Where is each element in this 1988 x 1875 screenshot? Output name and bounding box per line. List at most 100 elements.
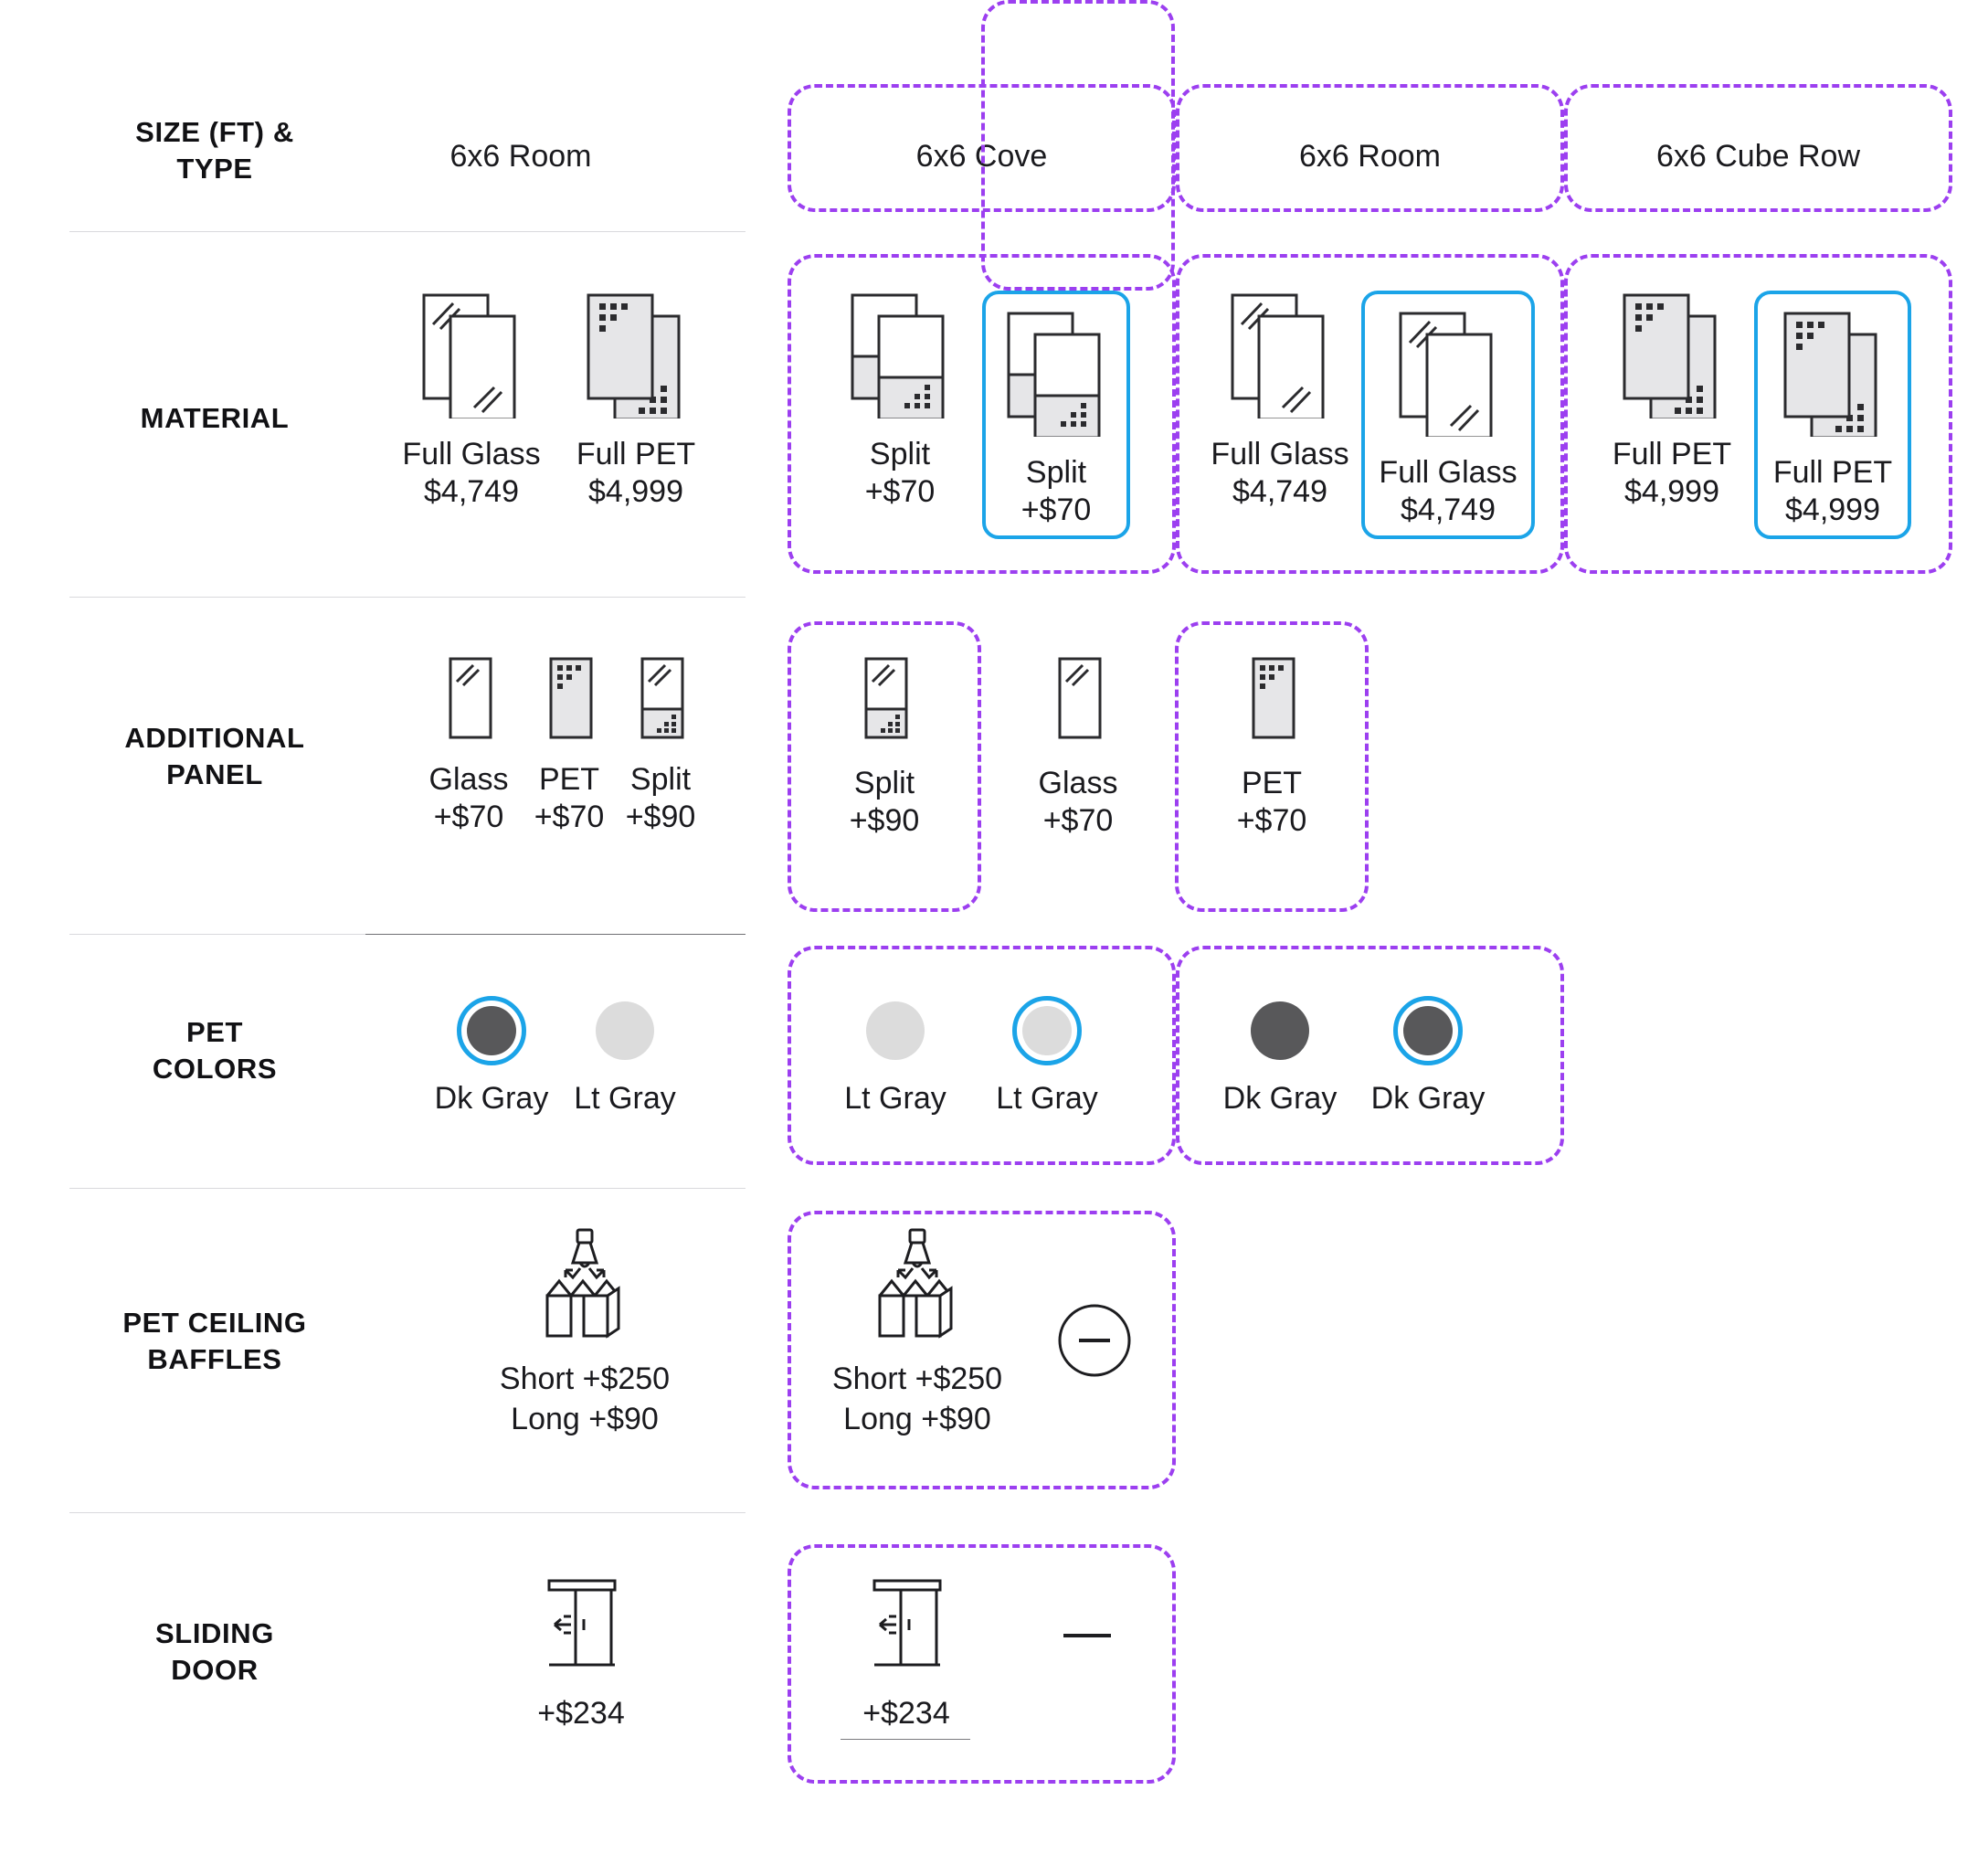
pet-color-option-label: Lt Gray bbox=[844, 1081, 946, 1116]
sliding-door-option-reference[interactable]: +$234 bbox=[471, 1573, 691, 1732]
material-option-full-glass-room-selected[interactable]: Full Glass $4,749 bbox=[1361, 291, 1535, 539]
material-option-price: $4,999 bbox=[1624, 474, 1719, 510]
row-label-size-type-line1: SIZE (FT) & bbox=[135, 116, 294, 148]
additional-panel-option-price: +$70 bbox=[1236, 803, 1307, 839]
additional-panel-option-price: +$70 bbox=[433, 800, 504, 835]
ceiling-baffle-short-price: Short +$250 bbox=[831, 1361, 1003, 1396]
ceiling-baffle-option-group[interactable]: Short +$250 Long +$90 bbox=[788, 1224, 1047, 1439]
ceiling-baffles-icon bbox=[536, 1224, 633, 1344]
group-size-type-label-cube-row: 6x6 Cube Row bbox=[1655, 139, 1860, 174]
row-label-pet-ceiling-baffles-line1: PET CEILING bbox=[122, 1307, 307, 1339]
color-swatch-lt-gray bbox=[1012, 996, 1082, 1065]
material-option-split-cove-unselected[interactable]: Split +$70 bbox=[822, 291, 978, 512]
double-glass-panel-icon bbox=[1389, 309, 1507, 441]
divider-panel-colors-right bbox=[365, 934, 746, 935]
material-option-price: +$70 bbox=[864, 474, 936, 510]
single-glass-panel-icon bbox=[1049, 656, 1107, 748]
additional-panel-option-price: +$90 bbox=[625, 800, 696, 835]
single-split-panel-icon bbox=[631, 656, 690, 748]
swatch-fill bbox=[467, 1006, 516, 1055]
material-option-price: $4,999 bbox=[1785, 493, 1880, 528]
color-swatch-dk-gray bbox=[1245, 996, 1315, 1065]
material-option-split-cove-selected[interactable]: Split +$70 bbox=[982, 291, 1130, 539]
additional-panel-option-glass-reference[interactable]: Glass +$70 bbox=[417, 656, 521, 837]
material-option-price: $4,749 bbox=[424, 474, 519, 510]
additional-panel-option-price: +$70 bbox=[534, 800, 605, 835]
ceiling-baffles-icon bbox=[869, 1224, 966, 1344]
row-label-additional-panel-line1: ADDITIONAL bbox=[124, 722, 305, 754]
group-size-type-label-room: 6x6 Room bbox=[1299, 139, 1441, 174]
additional-panel-group-box-glass bbox=[981, 0, 1175, 291]
additional-panel-option-pet-reference[interactable]: PET +$70 bbox=[517, 656, 621, 837]
divider-size-material bbox=[69, 231, 746, 232]
material-option-price: +$70 bbox=[1020, 493, 1092, 528]
sliding-door-icon bbox=[856, 1573, 957, 1679]
material-option-label: Split bbox=[1025, 455, 1087, 490]
color-swatch-lt-gray bbox=[861, 996, 930, 1065]
additional-panel-option-label: Glass bbox=[428, 762, 509, 797]
row-label-material-line1: MATERIAL bbox=[140, 402, 290, 434]
material-option-label: Full Glass bbox=[402, 437, 541, 471]
swatch-fill bbox=[866, 1001, 925, 1060]
pet-color-option-lt-gray-reference[interactable]: Lt Gray bbox=[563, 996, 687, 1118]
swatch-fill bbox=[596, 1001, 654, 1060]
additional-panel-option-split-reference[interactable]: Split +$90 bbox=[608, 656, 713, 837]
pet-color-option-dk-gray-group-unselected[interactable]: Dk Gray bbox=[1218, 996, 1342, 1118]
swatch-fill bbox=[1403, 1006, 1453, 1055]
row-label-pet-ceiling-baffles-line2: BAFFLES bbox=[147, 1342, 282, 1375]
sliding-door-price: +$234 bbox=[862, 1696, 950, 1731]
material-option-price: $4,749 bbox=[1232, 474, 1327, 510]
ceiling-baffle-option-reference[interactable]: Short +$250 Long +$90 bbox=[457, 1224, 713, 1439]
pet-color-option-lt-gray-group-unselected[interactable]: Lt Gray bbox=[833, 996, 957, 1118]
row-label-sliding-door: SLIDING DOOR bbox=[64, 1615, 365, 1688]
minus-circle-icon bbox=[1056, 1302, 1133, 1383]
row-label-pet-colors-line2: COLORS bbox=[152, 1052, 278, 1085]
additional-panel-option-glass-group[interactable]: Glass +$70 bbox=[1025, 656, 1131, 841]
sliding-door-underline bbox=[841, 1739, 970, 1740]
double-pet-panel-icon bbox=[1773, 309, 1892, 441]
material-option-price: $4,999 bbox=[588, 474, 683, 510]
additional-panel-option-price: +$90 bbox=[849, 803, 920, 839]
material-option-full-pet-reference[interactable]: Full PET $4,999 bbox=[563, 291, 709, 512]
ceiling-baffle-short-price: Short +$250 bbox=[499, 1361, 671, 1396]
double-glass-panel-icon bbox=[1221, 291, 1339, 423]
material-option-full-glass-reference[interactable]: Full Glass $4,749 bbox=[398, 291, 545, 512]
reference-size-type-label: 6x6 Room bbox=[449, 139, 592, 174]
row-label-material: MATERIAL bbox=[64, 400, 365, 437]
row-label-sliding-door-line1: SLIDING bbox=[155, 1617, 274, 1649]
pet-color-option-label: Dk Gray bbox=[1222, 1081, 1338, 1116]
single-glass-panel-icon bbox=[439, 656, 498, 748]
single-split-panel-icon bbox=[855, 656, 914, 748]
swatch-fill bbox=[1022, 1006, 1072, 1055]
additional-panel-option-label: PET bbox=[1241, 766, 1303, 800]
material-option-label: Split bbox=[869, 437, 931, 471]
material-option-label: Full Glass bbox=[1211, 437, 1349, 471]
divider-baffles-door bbox=[69, 1512, 746, 1513]
pet-color-option-label: Lt Gray bbox=[574, 1081, 676, 1116]
additional-panel-option-label: PET bbox=[538, 762, 600, 797]
divider-colors-baffles bbox=[69, 1188, 746, 1189]
material-option-label: Full PET bbox=[1772, 455, 1893, 490]
sliding-door-option-none[interactable] bbox=[1014, 1626, 1160, 1649]
material-option-full-pet-cube-row-selected[interactable]: Full PET $4,999 bbox=[1754, 291, 1911, 539]
pet-color-option-dk-gray-reference[interactable]: Dk Gray bbox=[429, 996, 554, 1118]
pet-color-option-lt-gray-group-selected[interactable]: Lt Gray bbox=[985, 996, 1109, 1118]
row-label-pet-colors-line1: PET bbox=[185, 1016, 244, 1048]
additional-panel-option-label: Split bbox=[629, 762, 692, 797]
material-option-label: Full Glass bbox=[1379, 455, 1517, 490]
material-option-full-glass-room-unselected[interactable]: Full Glass $4,749 bbox=[1202, 291, 1358, 512]
additional-panel-option-label: Split bbox=[853, 766, 915, 800]
material-option-full-pet-cube-row-unselected[interactable]: Full PET $4,999 bbox=[1594, 291, 1750, 512]
double-split-panel-icon bbox=[997, 309, 1116, 441]
pet-color-option-label: Dk Gray bbox=[434, 1081, 549, 1116]
divider-panel-colors-left bbox=[69, 934, 365, 935]
single-pet-panel-icon bbox=[540, 656, 598, 748]
pet-color-option-dk-gray-group-selected[interactable]: Dk Gray bbox=[1366, 996, 1490, 1118]
sliding-door-option-group[interactable]: +$234 bbox=[797, 1573, 1016, 1732]
additional-panel-option-split-group[interactable]: Split +$90 bbox=[831, 656, 937, 841]
ceiling-baffle-option-none[interactable] bbox=[1032, 1302, 1157, 1383]
row-label-sliding-door-line2: DOOR bbox=[171, 1653, 259, 1686]
additional-panel-option-pet-group[interactable]: PET +$70 bbox=[1219, 656, 1325, 841]
row-label-additional-panel-line2: PANEL bbox=[166, 757, 263, 790]
sliding-door-icon bbox=[531, 1573, 631, 1679]
